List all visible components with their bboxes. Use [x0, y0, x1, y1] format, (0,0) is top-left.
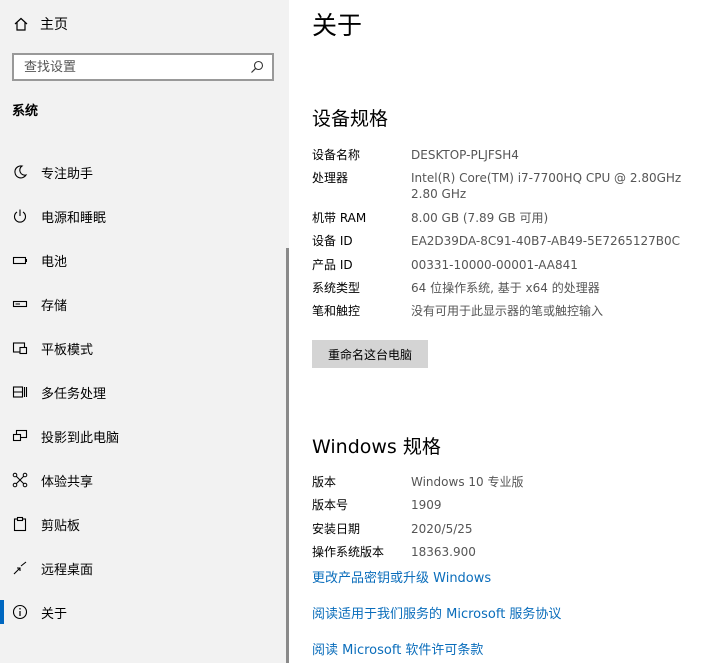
spec-value: DESKTOP-PLJFSH4 — [411, 148, 519, 162]
spec-row-product-id: 产品 ID 00331-10000-00001-AA841 — [312, 257, 712, 273]
spec-value: 没有可用于此显示器的笔或触控输入 — [411, 304, 604, 319]
spec-key: 设备名称 — [312, 148, 361, 162]
section-label-system: 系统 — [12, 104, 39, 119]
microsoft-services-agreement-link[interactable]: 阅读适用于我们服务的 Microsoft 服务协议 — [312, 603, 561, 622]
home-label: 主页 — [40, 17, 68, 33]
page-title: 关于 — [312, 11, 363, 40]
windows-specs-heading: Windows 规格 — [312, 436, 441, 458]
spec-row-version: 版本号 1909 — [312, 497, 712, 513]
spec-row-os-build: 操作系统版本 18363.900 — [312, 544, 712, 560]
sidebar-item-label: 平板模式 — [41, 342, 94, 358]
sidebar-item-label: 专注助手 — [41, 166, 94, 182]
shared-experiences-icon — [12, 472, 28, 488]
spec-value: 1909 — [411, 498, 442, 513]
spec-key: 处理器 — [312, 171, 349, 186]
spec-value: EA2D39DA-8C91-40B7-AB49-5E7265127B0C — [411, 234, 681, 249]
sidebar-nav: 专注助手 电源和睡眠 电池 存储 平板模式 多任务处理 投影到此电脑 体验共享 … — [0, 150, 289, 634]
storage-icon — [12, 296, 28, 312]
device-specs-list: 设备名称 DESKTOP-PLJFSH4 处理器 Intel(R) Core(T… — [312, 147, 712, 327]
power-icon — [12, 208, 28, 224]
clipboard-icon — [12, 516, 28, 532]
sidebar-item-label: 体验共享 — [41, 474, 94, 490]
sidebar-item-label: 多任务处理 — [41, 386, 107, 402]
spec-row-ram: 机带 RAM 8.00 GB (7.89 GB 可用) — [312, 210, 712, 226]
sidebar-item-project-to-pc[interactable]: 投影到此电脑 — [0, 414, 289, 458]
battery-icon — [12, 252, 28, 268]
spec-row-system-type: 系统类型 64 位操作系统, 基于 x64 的处理器 — [312, 280, 712, 296]
sidebar-item-label: 投影到此电脑 — [41, 430, 120, 446]
search-input[interactable] — [24, 59, 250, 75]
change-product-key-link[interactable]: 更改产品密钥或升级 Windows — [312, 567, 491, 586]
spec-key: 安装日期 — [312, 521, 361, 536]
sidebar-item-battery[interactable]: 电池 — [0, 238, 289, 282]
spec-value: 64 位操作系统, 基于 x64 的处理器 — [411, 280, 600, 295]
spec-key: 笔和触控 — [312, 304, 361, 319]
spec-row-install-date: 安装日期 2020/5/25 — [312, 521, 712, 537]
spec-value: 18363.900 — [411, 545, 476, 560]
sidebar-item-focus-assist[interactable]: 专注助手 — [0, 150, 289, 194]
spec-key: 系统类型 — [312, 280, 361, 295]
windows-specs-list: 版本 Windows 10 专业版 版本号 1909 安装日期 2020/5/2… — [312, 474, 712, 568]
sidebar-item-storage[interactable]: 存储 — [0, 282, 289, 326]
info-icon — [12, 604, 28, 620]
sidebar-item-about[interactable]: 关于 — [0, 590, 289, 634]
spec-key: 机带 RAM — [312, 210, 367, 225]
remote-desktop-icon — [12, 560, 28, 576]
sidebar-item-label: 剪贴板 — [41, 518, 81, 534]
device-specs-heading: 设备规格 — [312, 108, 389, 130]
sidebar: 主页 系统 专注助手 电源和睡眠 电池 — [0, 0, 289, 663]
sidebar-item-label: 远程桌面 — [41, 562, 94, 578]
spec-key: 操作系统版本 — [312, 545, 385, 560]
sidebar-item-clipboard[interactable]: 剪贴板 — [0, 502, 289, 546]
spec-value: Intel(R) Core(TM) i7-7700HQ CPU @ 2.80GH… — [411, 171, 682, 202]
moon-icon — [12, 164, 28, 180]
rename-pc-button[interactable]: 重命名这台电脑 — [312, 340, 428, 368]
search-box[interactable] — [12, 53, 274, 81]
spec-row-device-name: 设备名称 DESKTOP-PLJFSH4 — [312, 147, 712, 163]
project-icon — [12, 428, 28, 444]
spec-key: 设备 ID — [312, 234, 353, 249]
home-icon — [12, 15, 30, 33]
sidebar-item-tablet-mode[interactable]: 平板模式 — [0, 326, 289, 370]
home-nav-item[interactable]: 主页 — [12, 12, 68, 36]
sidebar-item-multitasking[interactable]: 多任务处理 — [0, 370, 289, 414]
spec-value: 00331-10000-00001-AA841 — [411, 257, 578, 272]
spec-row-edition: 版本 Windows 10 专业版 — [312, 474, 712, 490]
sidebar-item-label: 存储 — [41, 298, 68, 314]
sidebar-item-shared-experiences[interactable]: 体验共享 — [0, 458, 289, 502]
software-license-terms-link[interactable]: 阅读 Microsoft 软件许可条款 — [312, 639, 483, 658]
spec-row-processor: 处理器 Intel(R) Core(TM) i7-7700HQ CPU @ 2.… — [312, 170, 712, 202]
tablet-mode-icon — [12, 340, 28, 356]
sidebar-item-label: 关于 — [41, 606, 68, 622]
spec-value: 8.00 GB (7.89 GB 可用) — [411, 210, 549, 225]
spec-key: 产品 ID — [312, 257, 353, 272]
sidebar-item-label: 电源和睡眠 — [41, 210, 107, 226]
spec-key: 版本 — [312, 475, 337, 489]
spec-key: 版本号 — [312, 498, 349, 513]
multitasking-icon — [12, 384, 28, 400]
sidebar-scrollbar[interactable] — [286, 248, 289, 663]
spec-value: Windows 10 专业版 — [411, 475, 524, 489]
sidebar-item-label: 电池 — [41, 254, 68, 270]
sidebar-item-power-sleep[interactable]: 电源和睡眠 — [0, 194, 289, 238]
search-icon[interactable] — [250, 60, 264, 74]
sidebar-item-remote-desktop[interactable]: 远程桌面 — [0, 546, 289, 590]
spec-row-device-id: 设备 ID EA2D39DA-8C91-40B7-AB49-5E7265127B… — [312, 233, 712, 249]
spec-row-pen-touch: 笔和触控 没有可用于此显示器的笔或触控输入 — [312, 303, 712, 319]
spec-value: 2020/5/25 — [411, 521, 473, 536]
